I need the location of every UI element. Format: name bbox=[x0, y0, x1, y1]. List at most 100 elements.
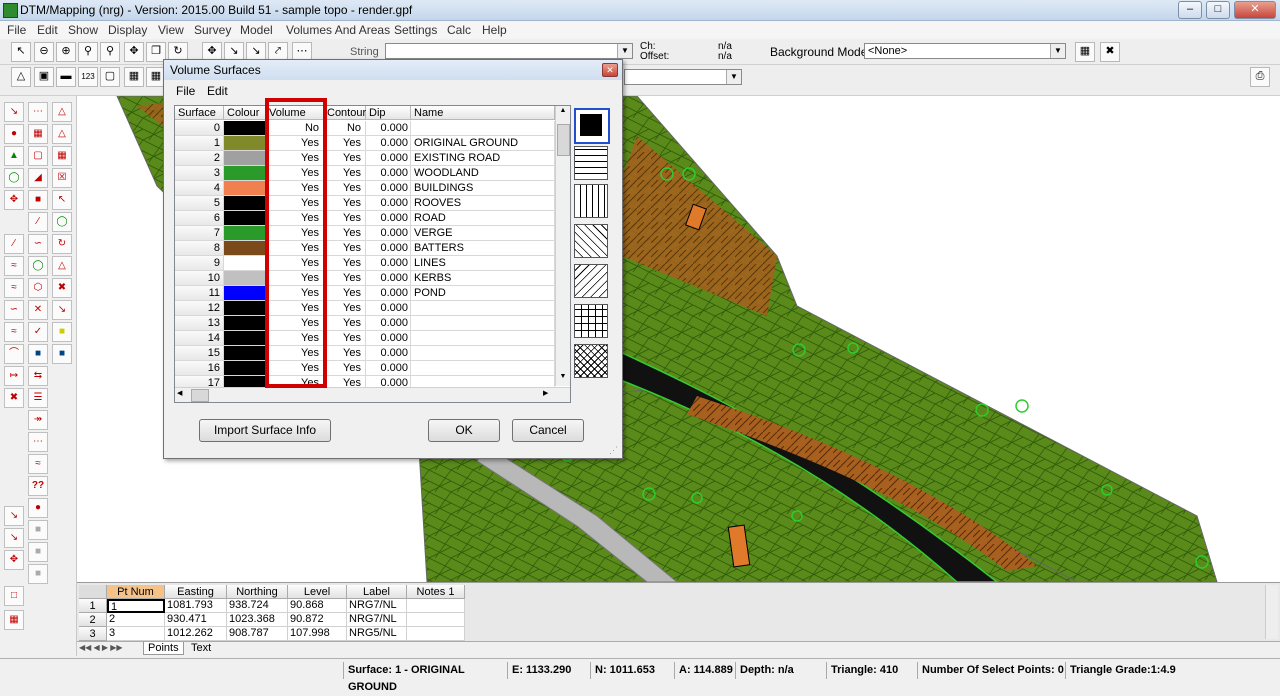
hatch-solid-button[interactable] bbox=[574, 108, 610, 144]
volume-cell[interactable]: Yes bbox=[266, 331, 324, 346]
colour-cell[interactable] bbox=[224, 241, 266, 256]
dip-cell[interactable]: 0.000 bbox=[366, 196, 411, 211]
contour-cell[interactable]: Yes bbox=[324, 301, 366, 316]
menu-calc[interactable]: Calc bbox=[447, 23, 471, 37]
contour-cell[interactable]: Yes bbox=[324, 136, 366, 151]
chevron-down-icon[interactable]: ▼ bbox=[617, 44, 632, 58]
print-icon[interactable]: ⎙ bbox=[1250, 67, 1270, 87]
cursor-icon[interactable]: ↖ bbox=[52, 190, 72, 210]
measure-icon[interactable]: ↦ bbox=[4, 366, 24, 386]
curve-icon[interactable]: ∽ bbox=[28, 234, 48, 254]
delete-triangle-icon[interactable]: △ bbox=[52, 124, 72, 144]
spline-icon[interactable]: ∽ bbox=[4, 300, 24, 320]
menu-settings[interactable]: Settings bbox=[394, 23, 437, 37]
dip-cell[interactable]: 0.000 bbox=[366, 151, 411, 166]
table-row[interactable]: 8 Yes Yes 0.000 BATTERS bbox=[175, 241, 555, 256]
table-row[interactable]: 12 Yes Yes 0.000 bbox=[175, 301, 555, 316]
list-icon[interactable]: ☰ bbox=[28, 388, 48, 408]
contour-cell[interactable]: Yes bbox=[324, 151, 366, 166]
hatch-vertical-button[interactable] bbox=[574, 184, 608, 218]
dip-cell[interactable]: 0.000 bbox=[366, 241, 411, 256]
name-cell[interactable] bbox=[411, 316, 555, 331]
table-row[interactable]: 5 Yes Yes 0.000 ROOVES bbox=[175, 196, 555, 211]
surfaces-grid[interactable]: Surface Colour Volume Contour Dip Name 0… bbox=[174, 105, 571, 403]
line-tool-icon[interactable]: ∕ bbox=[4, 234, 24, 254]
pan-tool-icon[interactable]: ✥ bbox=[4, 550, 24, 570]
tab-text[interactable]: Text bbox=[187, 642, 215, 654]
dip-cell[interactable]: 0.000 bbox=[366, 346, 411, 361]
dtm-icon[interactable]: ■ bbox=[28, 344, 48, 364]
menu-display[interactable]: Display bbox=[108, 23, 147, 37]
name-cell[interactable]: ORIGINAL GROUND bbox=[411, 136, 555, 151]
volume-cell[interactable]: Yes bbox=[266, 346, 324, 361]
row-number[interactable]: 2 bbox=[79, 613, 107, 627]
menu-file[interactable]: File bbox=[7, 23, 26, 37]
volume-cell[interactable]: Yes bbox=[266, 211, 324, 226]
zoom-window-icon[interactable]: ⚲ bbox=[78, 42, 98, 62]
contour-cell[interactable]: Yes bbox=[324, 181, 366, 196]
model-settings-icon[interactable]: ✖ bbox=[1100, 42, 1120, 62]
points-vertical-scrollbar[interactable] bbox=[1265, 585, 1278, 639]
text-icon[interactable]: ↠ bbox=[28, 410, 48, 430]
chevron-down-icon[interactable]: ▼ bbox=[1050, 44, 1065, 58]
check-icon[interactable]: ✓ bbox=[28, 322, 48, 342]
colour-cell[interactable] bbox=[224, 361, 266, 376]
hatch-diagonal-down-button[interactable] bbox=[574, 224, 608, 258]
tree-icon[interactable]: ▲ bbox=[4, 146, 24, 166]
model-picture-icon[interactable]: ▦ bbox=[1075, 42, 1095, 62]
point-pt-cell[interactable]: 2 bbox=[107, 613, 165, 627]
volume-cell[interactable]: Yes bbox=[266, 196, 324, 211]
zoom-out-icon[interactable]: ⊖ bbox=[34, 42, 54, 62]
dip-cell[interactable]: 0.000 bbox=[366, 226, 411, 241]
background-model-combo[interactable]: <None> ▼ bbox=[864, 43, 1066, 59]
resize-grip-icon[interactable]: ⋰ bbox=[609, 445, 619, 455]
name-cell[interactable]: WOODLAND bbox=[411, 166, 555, 181]
scroll-down-icon[interactable]: ▼ bbox=[557, 373, 569, 385]
volume-cell[interactable]: Yes bbox=[266, 256, 324, 271]
dialog-menu-file[interactable]: File bbox=[176, 84, 195, 98]
volume-icon[interactable]: ■ bbox=[52, 344, 72, 364]
draw-arrow-icon[interactable]: ↘ bbox=[4, 102, 24, 122]
table-row[interactable]: 15 Yes Yes 0.000 bbox=[175, 346, 555, 361]
table-row[interactable]: 11 Yes Yes 0.000 POND bbox=[175, 286, 555, 301]
contour-cell[interactable]: Yes bbox=[324, 361, 366, 376]
table-row[interactable]: 13 Yes Yes 0.000 bbox=[175, 316, 555, 331]
help-query-icon[interactable]: ?? bbox=[28, 476, 48, 496]
points-table[interactable]: Pt Num Easting Northing Level Label Note… bbox=[77, 582, 1280, 657]
colour-cell[interactable] bbox=[224, 196, 266, 211]
scroll-thumb[interactable] bbox=[557, 124, 570, 156]
cross-box-icon[interactable]: ☒ bbox=[52, 168, 72, 188]
triangle-icon[interactable]: △ bbox=[52, 102, 72, 122]
dip-cell[interactable]: 0.000 bbox=[366, 121, 411, 136]
boundary-icon[interactable]: ▢ bbox=[28, 146, 48, 166]
wave-icon[interactable]: ≈ bbox=[4, 322, 24, 342]
dip-cell[interactable]: 0.000 bbox=[366, 181, 411, 196]
point-northing-cell[interactable]: 1023.368 bbox=[227, 613, 288, 627]
contour-cell[interactable]: Yes bbox=[324, 256, 366, 271]
pan-icon[interactable]: ✥ bbox=[124, 42, 144, 62]
close-button[interactable]: ✕ bbox=[1234, 1, 1276, 19]
area-icon[interactable]: ◯ bbox=[28, 256, 48, 276]
solid-block-icon[interactable]: ■ bbox=[28, 190, 48, 210]
colour-cell[interactable] bbox=[224, 256, 266, 271]
close-icon[interactable]: ✕ bbox=[602, 63, 618, 77]
move-string-icon[interactable]: ↘ bbox=[4, 528, 24, 548]
volume-cell[interactable]: Yes bbox=[266, 286, 324, 301]
rename-icon[interactable]: □ bbox=[4, 586, 24, 606]
point-level-cell[interactable]: 107.998 bbox=[288, 627, 347, 641]
name-cell[interactable] bbox=[411, 361, 555, 376]
volume-cell[interactable]: No bbox=[266, 121, 324, 136]
name-cell[interactable]: VERGE bbox=[411, 226, 555, 241]
name-cell[interactable]: EXISTING ROAD bbox=[411, 151, 555, 166]
tab-points[interactable]: Points bbox=[143, 642, 184, 655]
table-row[interactable]: 0 No No 0.000 bbox=[175, 121, 555, 136]
triangle-outline-icon[interactable]: △ bbox=[52, 256, 72, 276]
table-row[interactable]: 14 Yes Yes 0.000 bbox=[175, 331, 555, 346]
zoom-extents-icon[interactable]: ⚲ bbox=[100, 42, 120, 62]
table-row[interactable]: 1 Yes Yes 0.000 ORIGINAL GROUND bbox=[175, 136, 555, 151]
table-row[interactable]: 9 Yes Yes 0.000 LINES bbox=[175, 256, 555, 271]
scroll-up-icon[interactable]: ▲ bbox=[557, 107, 569, 119]
mesh-icon[interactable]: ▦ bbox=[52, 146, 72, 166]
point-northing-cell[interactable]: 908.787 bbox=[227, 627, 288, 641]
horizontal-scrollbar[interactable]: ◀ ▶ bbox=[175, 387, 570, 402]
